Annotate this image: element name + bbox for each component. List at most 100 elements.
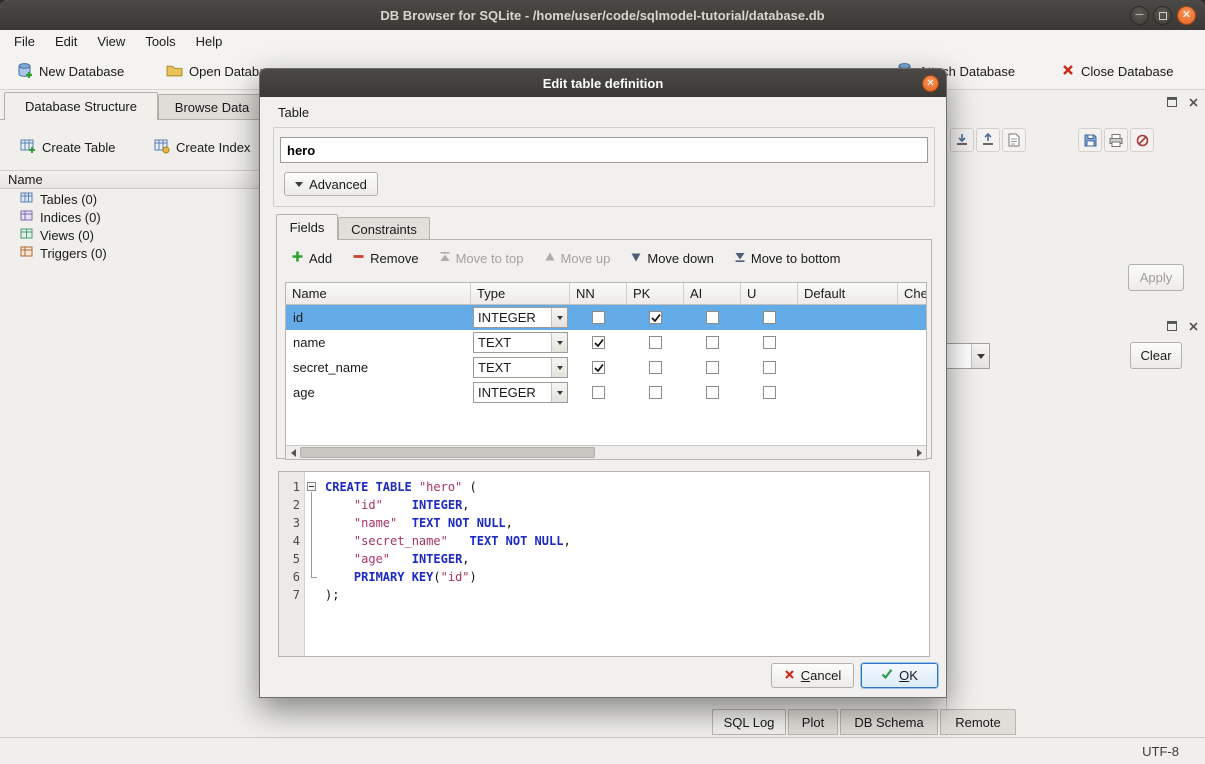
move-to-top-button[interactable]: Move to top (429, 245, 534, 271)
pk-checkbox[interactable] (649, 311, 662, 324)
field-name-cell[interactable]: age (286, 380, 471, 405)
import-icon[interactable] (950, 128, 974, 152)
check-cell[interactable] (898, 355, 927, 380)
check-cell[interactable] (898, 380, 927, 405)
tab-remote[interactable]: Remote (940, 709, 1016, 735)
u-checkbox[interactable] (763, 336, 776, 349)
move-down-label: Move down (647, 251, 713, 266)
field-row-secret-name[interactable]: secret_name TEXT (286, 355, 926, 380)
dock-float-icon[interactable] (1164, 94, 1180, 110)
advanced-button[interactable]: Advanced (284, 172, 378, 196)
default-cell[interactable] (798, 330, 898, 355)
tab-db-schema[interactable]: DB Schema (840, 709, 938, 735)
field-name-cell[interactable]: name (286, 330, 471, 355)
new-database-icon (16, 62, 33, 82)
window-titlebar: DB Browser for SQLite - /home/user/code/… (0, 0, 1205, 30)
move-to-top-label: Move to top (456, 251, 524, 266)
dock2-close-icon[interactable] (1185, 318, 1201, 334)
nn-checkbox[interactable] (592, 336, 605, 349)
move-up-button[interactable]: Move up (534, 245, 621, 271)
export-icon[interactable] (976, 128, 1000, 152)
menu-edit[interactable]: Edit (45, 32, 87, 51)
add-field-button[interactable]: Add (281, 245, 342, 271)
horizontal-scrollbar[interactable] (286, 445, 926, 459)
menu-file[interactable]: File (4, 32, 45, 51)
menu-help[interactable]: Help (186, 32, 233, 51)
type-combobox[interactable]: TEXT (473, 332, 568, 353)
move-to-bottom-button[interactable]: Move to bottom (724, 245, 851, 271)
tab-database-structure[interactable]: Database Structure (4, 92, 158, 120)
pk-checkbox[interactable] (649, 336, 662, 349)
tab-fields[interactable]: Fields (276, 214, 338, 240)
apply-button[interactable]: Apply (1128, 264, 1184, 291)
create-table-icon (20, 138, 36, 157)
ai-checkbox[interactable] (706, 386, 719, 399)
move-down-button[interactable]: Move down (620, 245, 723, 271)
sql-preview[interactable]: 1 2 3 4 5 6 7 CREATE TABLE "hero" ( "id"… (278, 471, 930, 657)
close-icon[interactable]: ✕ (1177, 6, 1196, 25)
u-cell (741, 380, 798, 405)
type-combobox[interactable]: INTEGER (473, 307, 568, 328)
close-database-button[interactable]: Close Database (1053, 57, 1182, 86)
scroll-left-icon[interactable] (286, 446, 300, 459)
nn-cell (570, 380, 627, 405)
col-header-default: Default (798, 283, 898, 305)
check-cell[interactable] (898, 330, 927, 355)
minimize-icon[interactable]: ─ (1130, 6, 1149, 25)
nn-checkbox[interactable] (592, 361, 605, 374)
field-row-age[interactable]: age INTEGER (286, 380, 926, 405)
nn-checkbox[interactable] (592, 386, 605, 399)
views-icon (20, 227, 34, 244)
menu-tools[interactable]: Tools (135, 32, 185, 51)
tab-sql-log[interactable]: SQL Log (712, 709, 786, 735)
type-combobox[interactable]: TEXT (473, 357, 568, 378)
field-row-name[interactable]: name TEXT (286, 330, 926, 355)
field-row-id[interactable]: id INTEGER (286, 305, 926, 330)
menu-view[interactable]: View (87, 32, 135, 51)
default-cell[interactable] (798, 355, 898, 380)
print-icon[interactable] (1104, 128, 1128, 152)
field-name-cell[interactable]: id (286, 305, 471, 330)
create-table-button[interactable]: Create Table (12, 134, 123, 160)
line-number-gutter: 1 2 3 4 5 6 7 (279, 472, 305, 656)
clear-button[interactable]: Clear (1130, 342, 1182, 369)
tab-browse-data[interactable]: Browse Data (158, 94, 266, 120)
save-icon[interactable] (1078, 128, 1102, 152)
create-index-button[interactable]: Create Index (146, 134, 258, 160)
col-header-u: U (741, 283, 798, 305)
chevron-down-icon (971, 344, 989, 368)
check-cell[interactable] (898, 305, 927, 330)
dock-close-icon[interactable] (1185, 94, 1201, 110)
u-checkbox[interactable] (763, 386, 776, 399)
pk-checkbox[interactable] (649, 361, 662, 374)
tab-constraints[interactable]: Constraints (338, 217, 430, 240)
pk-checkbox[interactable] (649, 386, 662, 399)
ai-checkbox[interactable] (706, 311, 719, 324)
document-icon[interactable] (1002, 128, 1026, 152)
null-icon[interactable] (1130, 128, 1154, 152)
u-checkbox[interactable] (763, 361, 776, 374)
scroll-right-icon[interactable] (912, 446, 926, 459)
cancel-button[interactable]: Cancel (771, 663, 854, 688)
field-name-cell[interactable]: secret_name (286, 355, 471, 380)
encoding-indicator[interactable]: UTF-8 (1142, 744, 1179, 759)
ai-checkbox[interactable] (706, 336, 719, 349)
maximize-icon[interactable] (1153, 6, 1172, 25)
u-checkbox[interactable] (763, 311, 776, 324)
scrollbar-thumb[interactable] (300, 447, 595, 458)
remove-field-button[interactable]: Remove (342, 245, 428, 271)
new-database-button[interactable]: New Database (8, 57, 132, 86)
tab-plot[interactable]: Plot (788, 709, 838, 735)
dialog-close-icon[interactable]: ✕ (922, 75, 939, 92)
default-cell[interactable] (798, 380, 898, 405)
fold-collapse-icon[interactable] (307, 482, 316, 491)
window-title: DB Browser for SQLite - /home/user/code/… (380, 8, 824, 23)
table-name-input[interactable] (280, 137, 928, 163)
default-cell[interactable] (798, 305, 898, 330)
type-combobox[interactable]: INTEGER (473, 382, 568, 403)
fold-column[interactable] (305, 472, 319, 656)
dock2-float-icon[interactable] (1164, 318, 1180, 334)
nn-checkbox[interactable] (592, 311, 605, 324)
ai-checkbox[interactable] (706, 361, 719, 374)
ok-button[interactable]: OK (861, 663, 938, 688)
